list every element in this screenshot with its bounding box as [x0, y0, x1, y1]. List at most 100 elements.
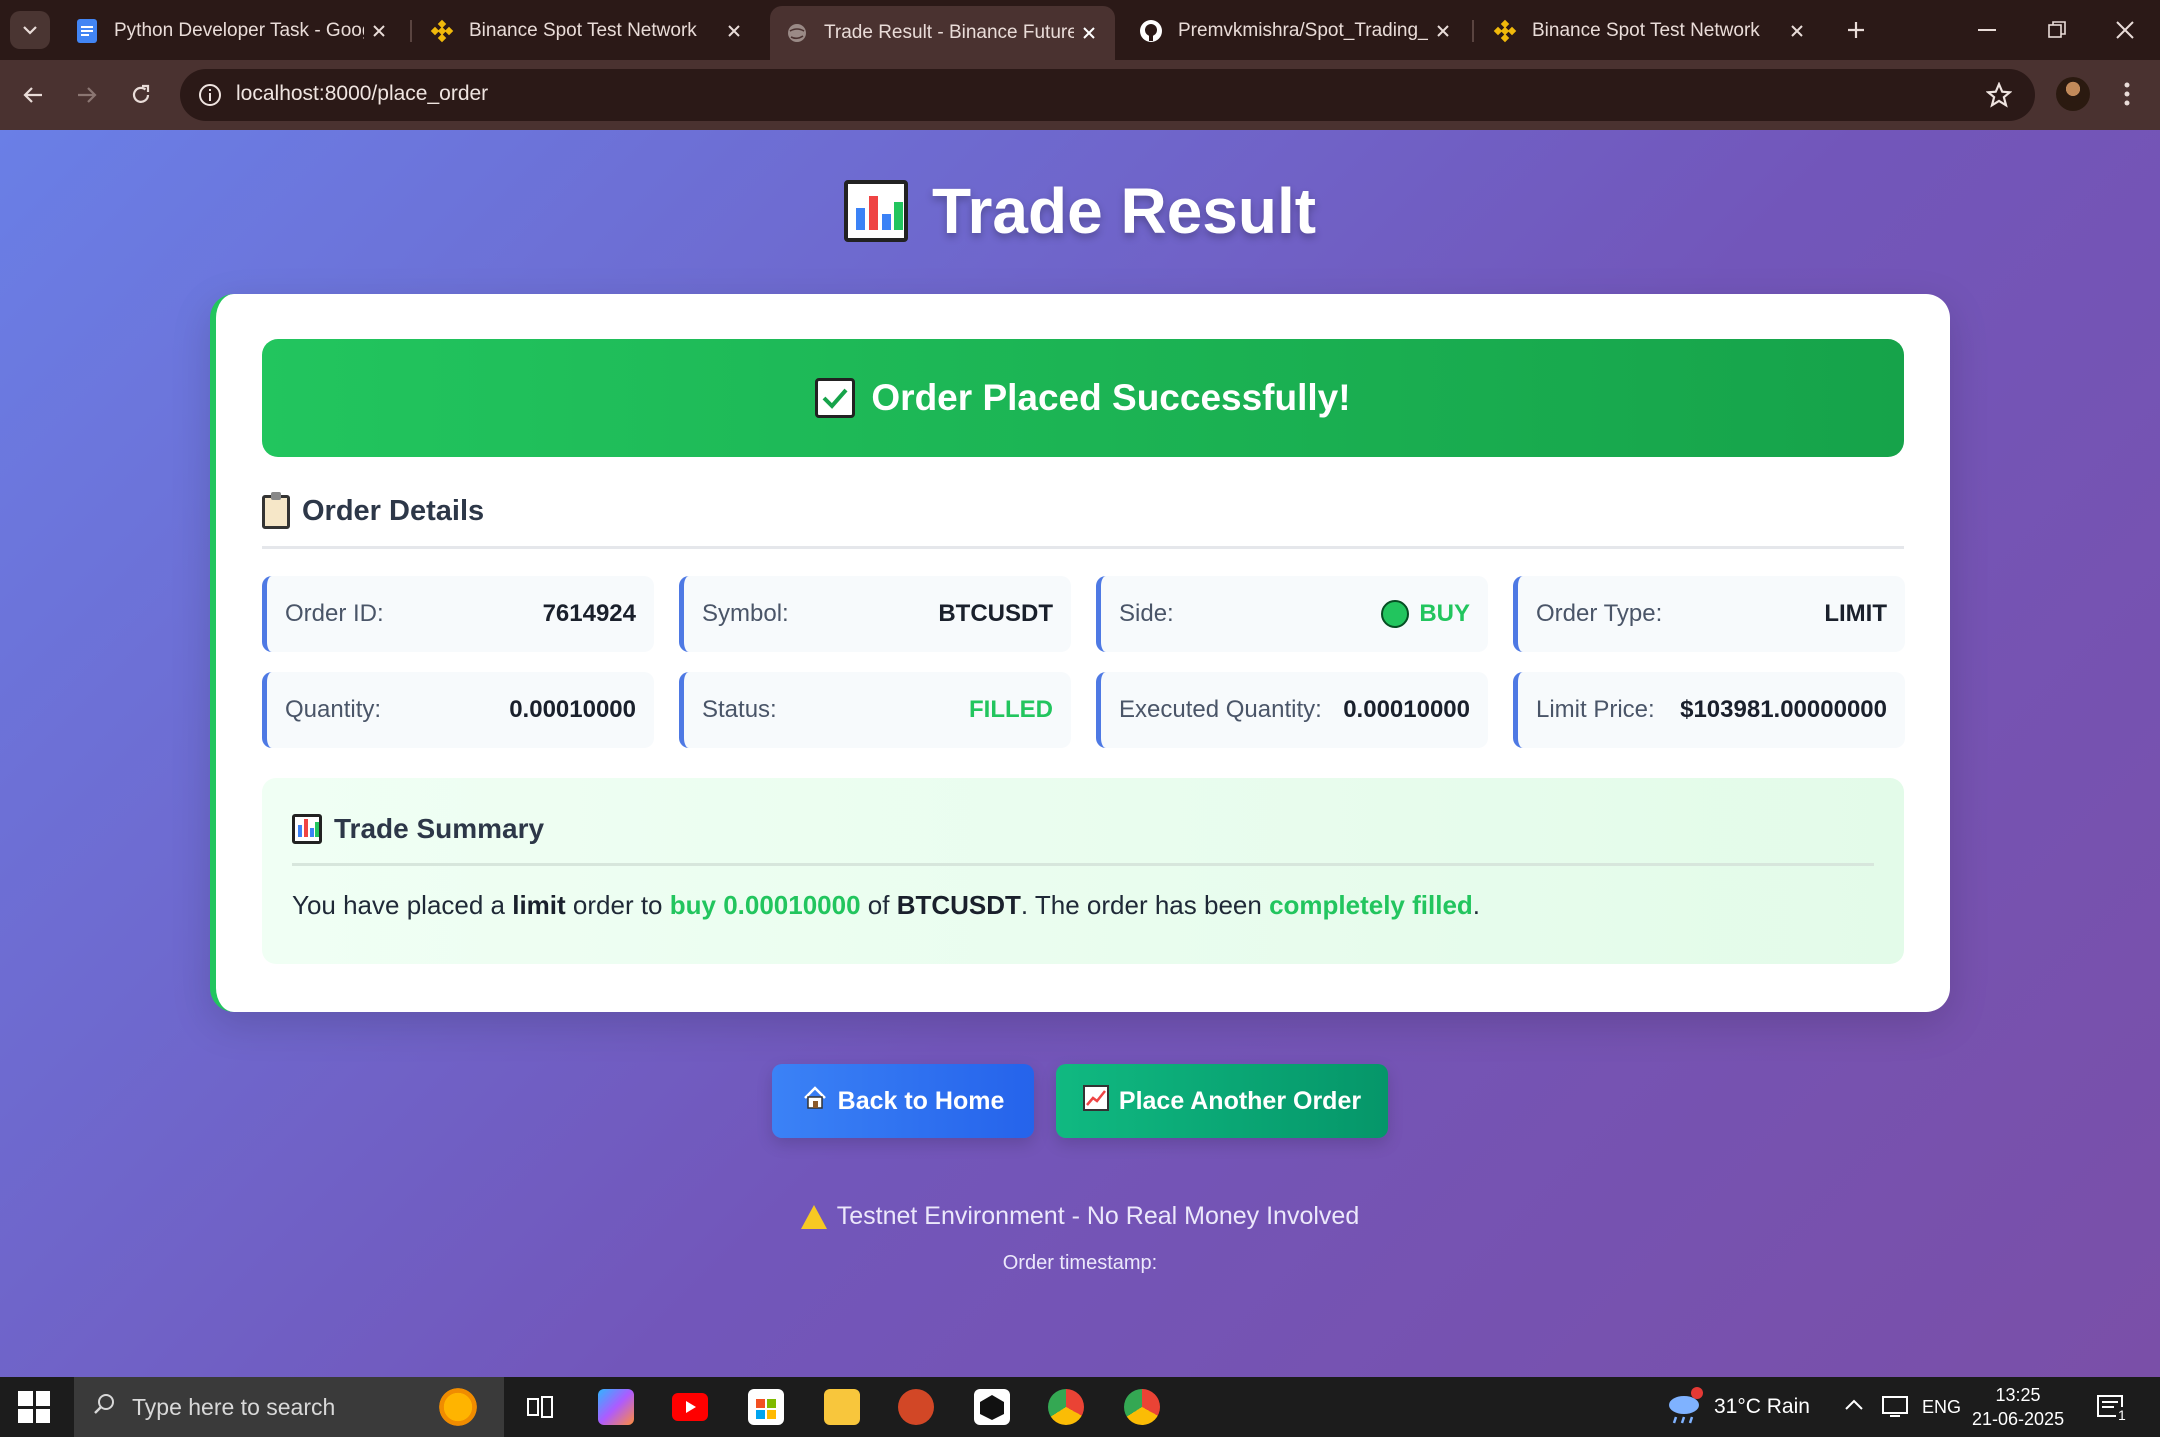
tab-binance-spot-1[interactable]: Binance Spot Test Network	[415, 6, 760, 56]
minimize-button[interactable]	[1952, 0, 2022, 60]
tab-title: Binance Spot Test Network	[1532, 20, 1760, 41]
detail-label: Executed Quantity:	[1119, 696, 1322, 723]
summary-text-part: You have placed a	[292, 890, 513, 920]
order-details-heading-text: Order Details	[302, 495, 485, 527]
tab-search-button[interactable]	[10, 11, 50, 49]
order-details-heading: Order Details	[262, 491, 1904, 549]
browser-toolbar: localhost:8000/place_order	[0, 60, 2160, 130]
green-circle-icon	[1381, 600, 1410, 628]
task-view-icon[interactable]	[522, 1389, 558, 1425]
close-icon[interactable]	[1785, 19, 1809, 43]
detail-symbol: Symbol: BTCUSDT	[679, 576, 1071, 652]
summary-order-type: limit	[512, 890, 566, 920]
tab-divider	[1472, 20, 1474, 42]
close-icon[interactable]	[1077, 21, 1101, 45]
tab-title: Binance Spot Test Network	[469, 20, 697, 41]
taskbar-search-box[interactable]: Type here to search	[74, 1377, 504, 1437]
youtube-icon[interactable]	[672, 1393, 708, 1421]
close-icon[interactable]	[367, 19, 391, 43]
detail-executed-quantity: Executed Quantity: 0.00010000	[1096, 672, 1488, 748]
close-icon[interactable]	[1431, 19, 1455, 43]
order-timestamp: Order timestamp:	[1002, 1252, 1158, 1274]
tab-title: Trade Result - Binance Futures	[824, 22, 1074, 43]
page-title: Trade Result	[0, 174, 2160, 248]
bar-chart-icon	[292, 813, 322, 844]
detail-quantity: Quantity: 0.00010000	[262, 672, 654, 748]
trade-summary-heading-text: Trade Summary	[334, 812, 545, 844]
detail-limit-price: Limit Price: $103981.00000000	[1513, 672, 1905, 748]
detail-label: Limit Price:	[1536, 696, 1655, 723]
arrow-right-icon	[78, 87, 97, 103]
summary-status: completely filled	[1269, 890, 1473, 920]
close-icon	[2116, 21, 2134, 39]
bar-chart-icon	[843, 180, 908, 242]
detail-status: Status: FILLED	[679, 672, 1071, 748]
tab-python-developer-task[interactable]: Python Developer Task - Googl	[60, 6, 405, 56]
site-info-icon[interactable]	[192, 77, 228, 113]
reload-icon	[132, 84, 150, 103]
microsoft-store-icon[interactable]	[748, 1389, 784, 1425]
windows-start-button[interactable]	[18, 1391, 50, 1423]
plus-icon	[1848, 22, 1864, 38]
taskbar-clock[interactable]: 13:25 21-06-2025	[1972, 1383, 2064, 1431]
back-to-home-button[interactable]: Back to Home	[772, 1064, 1034, 1138]
trade-summary: Trade Summary You have placed a limit or…	[262, 778, 1904, 964]
place-another-order-button[interactable]: Place Another Order	[1056, 1064, 1388, 1138]
detail-order-type: Order Type: LIMIT	[1513, 576, 1905, 652]
binance-icon	[429, 18, 455, 44]
detail-value: 0.00010000	[1343, 696, 1470, 723]
summary-side-quantity: buy 0.00010000	[669, 890, 861, 920]
tab-github-repo[interactable]: Premvkmishra/Spot_Trading_Bo	[1124, 6, 1469, 56]
network-icon[interactable]	[1880, 1391, 1910, 1421]
detail-value: 0.00010000	[509, 696, 636, 723]
place-another-order-label: Place Another Order	[1118, 1086, 1362, 1115]
detail-label: Quantity:	[285, 696, 382, 723]
detail-side: Side: BUY	[1096, 576, 1488, 652]
chrome-profile-icon[interactable]	[1124, 1389, 1160, 1425]
result-card: Order Placed Successfully! Order Details…	[210, 294, 1950, 1012]
globe-icon	[784, 20, 810, 46]
notification-count: 1	[2116, 1407, 2128, 1423]
powerpoint-icon[interactable]	[898, 1389, 934, 1425]
trade-summary-heading: Trade Summary	[292, 804, 1874, 866]
profile-avatar[interactable]	[2056, 77, 2090, 111]
back-button[interactable]	[12, 74, 54, 116]
close-icon[interactable]	[722, 19, 746, 43]
copilot-icon[interactable]	[598, 1389, 634, 1425]
more-vertical-icon	[2124, 82, 2130, 106]
taskbar-search-placeholder: Type here to search	[132, 1393, 336, 1420]
weather-rain-icon[interactable]	[1664, 1387, 1703, 1424]
close-window-button[interactable]	[2090, 0, 2160, 60]
tab-trade-result[interactable]: Trade Result - Binance Futures	[770, 6, 1115, 60]
bookmark-star-icon[interactable]	[1983, 79, 2015, 111]
url-text: localhost:8000/place_order	[236, 82, 489, 105]
windows-taskbar: Type here to search 31°C Rain ENG 13:25 …	[0, 1377, 2160, 1437]
tab-binance-spot-2[interactable]: Binance Spot Test Network	[1478, 6, 1823, 56]
detail-label: Side:	[1119, 600, 1174, 627]
detail-value: BTCUSDT	[938, 600, 1053, 627]
detail-value: FILLED	[969, 696, 1053, 723]
address-bar[interactable]: localhost:8000/place_order	[180, 69, 2035, 121]
github-icon	[1138, 18, 1164, 44]
restore-button[interactable]	[2022, 0, 2092, 60]
detail-label: Symbol:	[702, 600, 789, 627]
chevron-up-icon[interactable]	[1840, 1391, 1868, 1419]
testnet-warning: Testnet Environment - No Real Money Invo…	[0, 1202, 2160, 1231]
chevron-down-icon	[23, 26, 37, 35]
detail-label: Status:	[702, 696, 777, 723]
app-cube-icon[interactable]	[974, 1389, 1010, 1425]
arrow-left-icon	[23, 87, 42, 103]
forward-button[interactable]	[66, 74, 108, 116]
reload-button[interactable]	[120, 74, 162, 116]
side-value: BUY	[1419, 600, 1470, 627]
summary-text-part: order to	[565, 890, 670, 920]
page-title-text: Trade Result	[931, 175, 1317, 247]
file-explorer-icon[interactable]	[824, 1389, 860, 1425]
chrome-icon[interactable]	[1048, 1389, 1084, 1425]
language-indicator[interactable]: ENG	[1922, 1397, 1961, 1418]
detail-value: BUY	[1381, 600, 1470, 628]
new-tab-button[interactable]	[1838, 12, 1874, 48]
weather-text[interactable]: 31°C Rain	[1714, 1395, 1810, 1419]
detail-value: LIMIT	[1824, 600, 1887, 627]
browser-menu-button[interactable]	[2112, 74, 2142, 114]
